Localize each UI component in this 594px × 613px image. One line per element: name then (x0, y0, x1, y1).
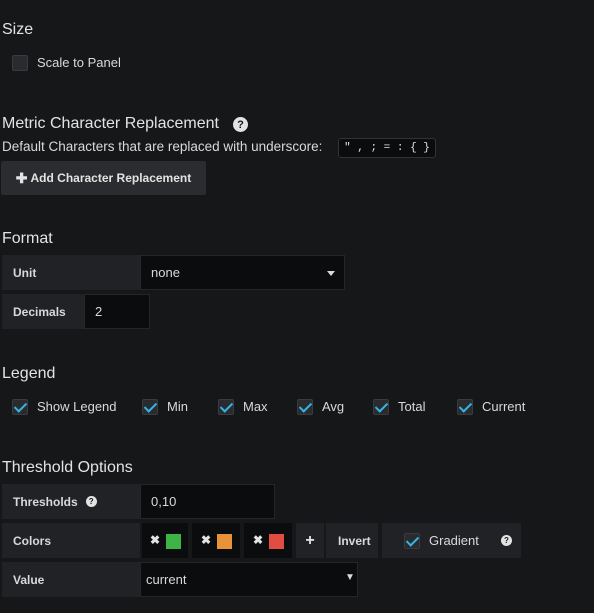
min-label: Min (167, 399, 188, 414)
default-characters-text: Default Characters that are replaced wit… (2, 139, 323, 154)
thresholds-label-text: Thresholds (13, 494, 78, 509)
format-section-title: Format (2, 230, 53, 247)
thresholds-label: Thresholds ? (2, 484, 140, 519)
unit-label: Unit (2, 255, 140, 290)
unit-select[interactable]: none (140, 255, 345, 290)
current-label: Current (482, 399, 526, 414)
threshold-section-title: Threshold Options (2, 459, 133, 476)
legend-section-title: Legend (2, 365, 56, 382)
thresholds-input[interactable]: 0,10 (140, 484, 275, 519)
add-character-replacement-label: Add Character Replacement (30, 171, 192, 185)
chevron-down-icon (327, 271, 335, 276)
value-selected: current (146, 572, 187, 587)
thresholds-value: 0,10 (151, 494, 177, 509)
metric-replacement-title: Metric Character Replacement (2, 115, 219, 132)
value-label: Value (2, 562, 140, 597)
value-select[interactable]: current (140, 562, 358, 597)
avg-label: Avg (322, 399, 345, 414)
close-icon[interactable]: ✖ (201, 533, 211, 547)
color-swatch-orange[interactable] (217, 534, 232, 549)
total-label: Total (398, 399, 426, 414)
color-slot-1 (142, 523, 188, 558)
decimals-value: 2 (95, 304, 103, 319)
color-slot-2 (192, 523, 240, 558)
default-characters-code: " , ; = : { } (338, 138, 436, 158)
total-checkbox[interactable] (373, 399, 389, 415)
close-icon[interactable]: ✖ (253, 533, 263, 547)
decimals-input[interactable]: 2 (84, 294, 150, 329)
decimals-label: Decimals (2, 294, 84, 329)
current-checkbox[interactable] (457, 399, 473, 415)
add-character-replacement-button[interactable]: ✚ Add Character Replacement (1, 161, 206, 195)
invert-button[interactable]: Invert (326, 523, 378, 558)
colors-label: Colors (2, 523, 140, 558)
gradient-label: Gradient (429, 533, 479, 548)
max-checkbox[interactable] (218, 399, 234, 415)
color-swatch-red[interactable] (269, 534, 284, 549)
question-circle-icon[interactable]: ? (85, 496, 97, 507)
show-legend-checkbox[interactable] (12, 399, 28, 415)
plus-icon[interactable]: + (296, 523, 324, 558)
chevron-down-icon: ▼ (345, 572, 355, 583)
question-circle-icon[interactable]: ? (501, 535, 512, 546)
color-slot-3 (244, 523, 292, 558)
show-legend-label: Show Legend (37, 399, 117, 414)
plus-icon: ✚ (15, 169, 28, 186)
size-section-title: Size (2, 21, 34, 38)
color-swatch-green[interactable] (166, 534, 181, 549)
avg-checkbox[interactable] (297, 399, 313, 415)
close-icon[interactable]: ✖ (150, 533, 160, 547)
unit-value: none (151, 265, 180, 280)
max-label: Max (243, 399, 268, 414)
question-circle-icon[interactable]: ? (233, 117, 248, 132)
scale-to-panel-checkbox[interactable] (12, 55, 28, 71)
scale-to-panel-label: Scale to Panel (37, 55, 121, 70)
gradient-checkbox[interactable] (404, 533, 420, 549)
min-checkbox[interactable] (142, 399, 158, 415)
